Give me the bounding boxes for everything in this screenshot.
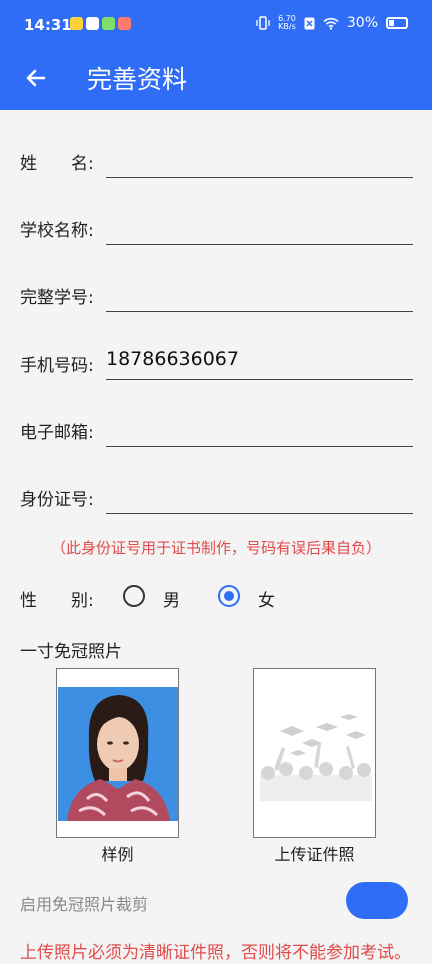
- sim-off-icon: [304, 17, 315, 29]
- id-card-input[interactable]: [106, 473, 413, 513]
- email-input[interactable]: [106, 406, 413, 446]
- school-row: 学校名称:: [20, 204, 415, 266]
- crop-toggle-switch[interactable]: [346, 882, 408, 919]
- school-underline: [106, 244, 413, 245]
- status-time: 14:31: [24, 16, 72, 34]
- name-label: 姓 名:: [20, 154, 94, 174]
- status-bar: 14:31 6.70 KB/s 30%: [0, 0, 432, 50]
- app-header: 14:31 6.70 KB/s 30% 完善资料: [0, 0, 432, 110]
- phone-row: 手机号码:: [20, 339, 415, 401]
- id-card-row: 身份证号:: [20, 473, 415, 535]
- gender-row: 性 别: 男 女: [20, 585, 415, 611]
- student-id-row: 完整学号:: [20, 271, 415, 333]
- student-id-underline: [106, 311, 413, 312]
- back-button[interactable]: [18, 60, 54, 96]
- email-label: 电子邮箱:: [20, 423, 94, 443]
- page-title: 完善资料: [87, 65, 188, 94]
- name-underline: [106, 177, 413, 178]
- shop-notification-icon: [118, 17, 131, 30]
- phone-underline: [106, 379, 413, 380]
- upload-photo-button[interactable]: [253, 668, 376, 838]
- notification-icons: [70, 17, 131, 30]
- wifi-icon: [323, 17, 339, 30]
- arrow-left-icon: [26, 69, 46, 87]
- sample-photo: [56, 668, 179, 838]
- id-card-notice: （此身份证号用于证书制作，号码有误后果自负）: [50, 539, 381, 557]
- email-underline: [106, 446, 413, 447]
- phone-label: 手机号码:: [20, 356, 94, 376]
- phone-input[interactable]: [106, 339, 413, 379]
- name-input[interactable]: [106, 137, 413, 177]
- sample-portrait-image: [57, 669, 178, 837]
- school-input[interactable]: [106, 204, 413, 244]
- chat-notification-icon: [102, 17, 115, 30]
- male-label[interactable]: 男: [163, 586, 180, 611]
- female-radio[interactable]: [218, 585, 240, 607]
- crop-toggle-label: 启用免冠照片裁剪: [20, 895, 149, 914]
- school-label: 学校名称:: [20, 221, 94, 241]
- photo-section-title: 一寸免冠照片: [20, 642, 122, 662]
- female-label[interactable]: 女: [258, 586, 275, 611]
- photo-warning: 上传照片必须为清晰证件照，否则将不能参加考试。: [20, 943, 411, 963]
- vibrate-icon: [256, 16, 270, 30]
- app-notification-icon: [86, 17, 99, 30]
- student-id-input[interactable]: [106, 271, 413, 311]
- graduation-placeholder-image: [254, 669, 375, 837]
- gender-label: 性 别:: [20, 591, 94, 611]
- student-id-label: 完整学号:: [20, 288, 94, 308]
- name-row: 姓 名:: [20, 137, 415, 199]
- upload-caption: 上传证件照: [274, 845, 355, 864]
- weibo-notification-icon: [70, 17, 83, 30]
- network-speed: 6.70 KB/s: [278, 15, 296, 31]
- battery-icon: [386, 17, 408, 29]
- email-row: 电子邮箱:: [20, 406, 415, 468]
- male-radio[interactable]: [123, 585, 145, 607]
- battery-percent: 30%: [346, 15, 378, 31]
- id-card-underline: [106, 513, 413, 514]
- net-speed-unit: KB/s: [278, 22, 296, 31]
- id-card-label: 身份证号:: [20, 490, 94, 510]
- sample-caption: 样例: [101, 845, 134, 864]
- status-indicators: 6.70 KB/s 30%: [256, 15, 408, 31]
